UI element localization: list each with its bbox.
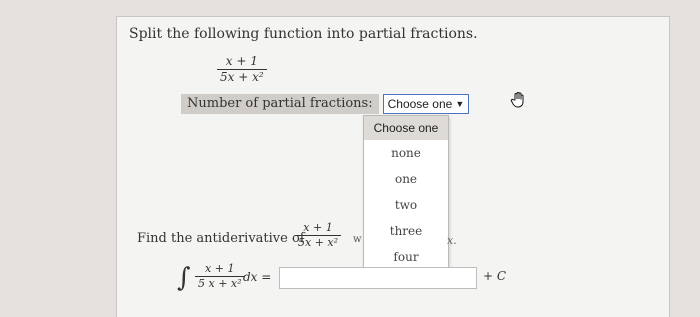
antiderivative-trailing-mark: w: [353, 234, 362, 245]
integral-sign: ∫: [177, 263, 191, 293]
dropdown-option[interactable]: three: [364, 218, 448, 244]
antiderivative-answer-input[interactable]: [279, 267, 477, 289]
partial-fractions-label: Number of partial fractions:: [181, 94, 379, 114]
antiderivative-numerator: x + 1: [303, 221, 333, 234]
integration-constant: + C: [483, 269, 507, 283]
question-prompt: Split the following function into partia…: [129, 26, 478, 42]
dropdown-option[interactable]: Choose one: [364, 116, 448, 140]
function-denominator: 5x + x²: [217, 68, 267, 85]
partial-fractions-select[interactable]: Choose one ▼: [382, 94, 470, 114]
partial-fractions-row: Number of partial fractions: Choose one …: [181, 94, 470, 114]
hand-pointer-icon: [510, 92, 524, 108]
dropdown-arrow-icon: ▼: [455, 99, 465, 109]
function-numerator: x + 1: [225, 54, 258, 68]
select-value: Choose one: [387, 97, 453, 111]
integral-numerator: x + 1: [205, 262, 235, 275]
integral-denominator: 5 x + x²: [195, 275, 245, 291]
antiderivative-label: Find the antiderivative of: [137, 231, 305, 246]
integral-fraction: x + 1 5 x + x²: [195, 262, 245, 291]
function-fraction: x + 1 5x + x²: [217, 54, 267, 85]
partial-fractions-dropdown: Choose one none one two three four: [363, 115, 449, 275]
integral-dx: dx =: [243, 270, 272, 284]
dropdown-option[interactable]: two: [364, 192, 448, 218]
question-card: Split the following function into partia…: [116, 16, 670, 317]
dropdown-option[interactable]: one: [364, 166, 448, 192]
dropdown-option[interactable]: none: [364, 140, 448, 166]
antiderivative-denominator: 5x + x²: [295, 234, 342, 250]
antiderivative-variable: x.: [447, 234, 457, 247]
antiderivative-fraction: x + 1 5x + x²: [295, 221, 342, 250]
